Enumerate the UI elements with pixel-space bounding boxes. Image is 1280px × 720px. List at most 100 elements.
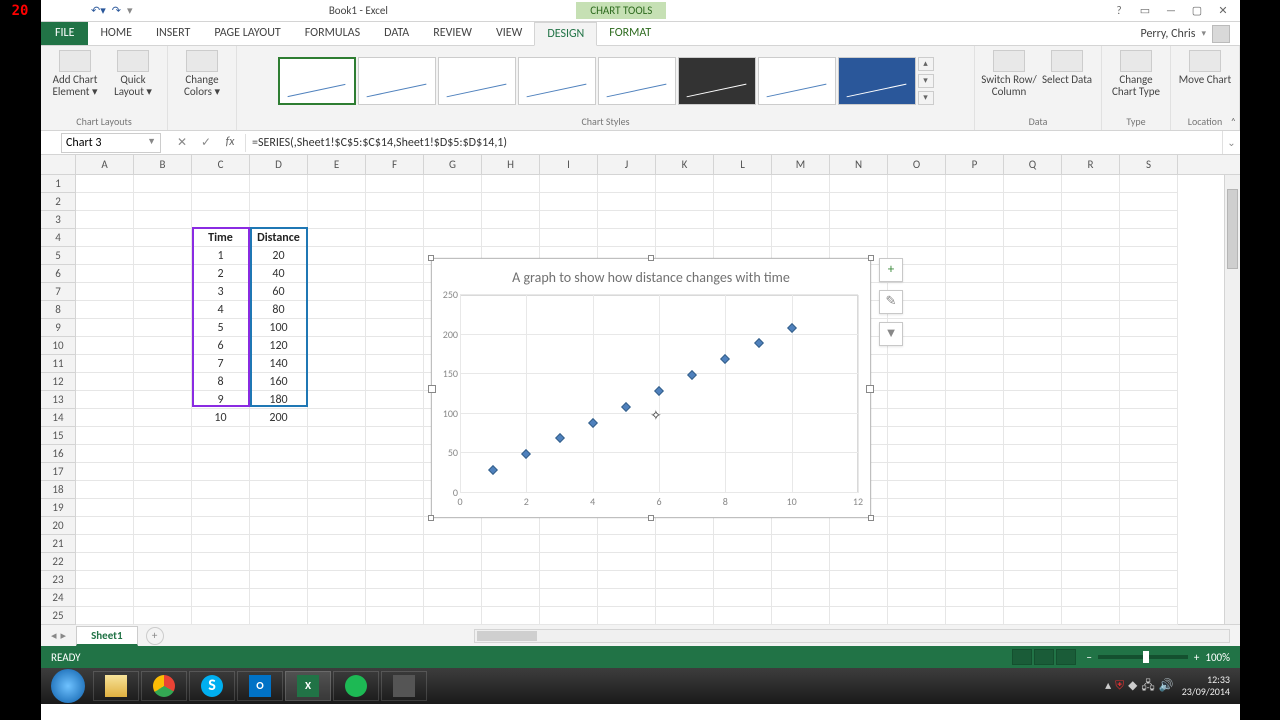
- cell[interactable]: [830, 193, 888, 211]
- tab-format[interactable]: FORMAT: [597, 22, 663, 45]
- tab-insert[interactable]: INSERT: [144, 22, 202, 45]
- cell[interactable]: [424, 193, 482, 211]
- cell[interactable]: [76, 247, 134, 265]
- zoom-level[interactable]: 100%: [1205, 651, 1230, 664]
- cell[interactable]: [540, 175, 598, 193]
- cell[interactable]: [250, 535, 308, 553]
- cell[interactable]: [1120, 481, 1178, 499]
- cell[interactable]: [424, 553, 482, 571]
- cell[interactable]: [714, 211, 772, 229]
- cell[interactable]: [1004, 283, 1062, 301]
- cell[interactable]: [308, 607, 366, 625]
- cell[interactable]: [1004, 193, 1062, 211]
- cell[interactable]: [366, 301, 424, 319]
- cell[interactable]: [598, 553, 656, 571]
- cell[interactable]: 120: [250, 337, 308, 355]
- cell[interactable]: [424, 175, 482, 193]
- cell[interactable]: [656, 571, 714, 589]
- cell[interactable]: [76, 355, 134, 373]
- row-header[interactable]: 8: [41, 301, 76, 319]
- cell[interactable]: [134, 355, 192, 373]
- cell[interactable]: [482, 211, 540, 229]
- styles-gallery-more[interactable]: ▾: [918, 91, 934, 105]
- cell[interactable]: [540, 535, 598, 553]
- chart-style-1[interactable]: [278, 57, 356, 105]
- cell[interactable]: [366, 193, 424, 211]
- cell[interactable]: [308, 589, 366, 607]
- cell[interactable]: [134, 265, 192, 283]
- cell[interactable]: [366, 589, 424, 607]
- zoom-in-button[interactable]: +: [1194, 651, 1199, 664]
- column-header[interactable]: B: [134, 155, 192, 174]
- cell[interactable]: [1120, 463, 1178, 481]
- cell[interactable]: [76, 535, 134, 553]
- cell[interactable]: [1062, 301, 1120, 319]
- cell[interactable]: [308, 373, 366, 391]
- taskbar-outlook[interactable]: O: [237, 671, 283, 701]
- sheet-nav-prev-icon[interactable]: ◂: [51, 629, 57, 642]
- cell[interactable]: [76, 553, 134, 571]
- cell[interactable]: [76, 589, 134, 607]
- cell[interactable]: [482, 571, 540, 589]
- cell[interactable]: [1062, 427, 1120, 445]
- cell[interactable]: [482, 193, 540, 211]
- row-header[interactable]: 11: [41, 355, 76, 373]
- cell[interactable]: [1120, 571, 1178, 589]
- cell[interactable]: [772, 229, 830, 247]
- cell[interactable]: 140: [250, 355, 308, 373]
- cell[interactable]: [714, 229, 772, 247]
- cell[interactable]: [192, 571, 250, 589]
- row-header[interactable]: 25: [41, 607, 76, 625]
- cell[interactable]: [366, 355, 424, 373]
- cell[interactable]: [366, 337, 424, 355]
- cell[interactable]: [424, 571, 482, 589]
- cell[interactable]: [946, 193, 1004, 211]
- cell[interactable]: [1120, 517, 1178, 535]
- cell[interactable]: [1120, 427, 1178, 445]
- cell[interactable]: [830, 571, 888, 589]
- tab-formulas[interactable]: FORMULAS: [293, 22, 372, 45]
- worksheet-grid[interactable]: ABCDEFGHIJKLMNOPQRS 1234TimeDistance5120…: [41, 155, 1240, 624]
- cell[interactable]: [192, 481, 250, 499]
- cell[interactable]: [1062, 229, 1120, 247]
- cell[interactable]: [366, 373, 424, 391]
- cell[interactable]: [830, 535, 888, 553]
- cell[interactable]: [424, 211, 482, 229]
- cell[interactable]: [888, 571, 946, 589]
- cell[interactable]: [308, 283, 366, 301]
- cell[interactable]: [134, 193, 192, 211]
- cell[interactable]: [366, 283, 424, 301]
- cell[interactable]: [192, 553, 250, 571]
- cell[interactable]: [482, 607, 540, 625]
- cell[interactable]: [946, 607, 1004, 625]
- chart-elements-button[interactable]: +: [879, 258, 903, 282]
- cell[interactable]: [946, 463, 1004, 481]
- add-chart-element-button[interactable]: Add Chart Element ▾: [47, 48, 103, 98]
- cell[interactable]: [772, 571, 830, 589]
- cell[interactable]: 10: [192, 409, 250, 427]
- cell[interactable]: [366, 175, 424, 193]
- cell[interactable]: [366, 499, 424, 517]
- cell[interactable]: [946, 319, 1004, 337]
- cell[interactable]: [598, 229, 656, 247]
- new-sheet-button[interactable]: +: [146, 627, 164, 645]
- cell[interactable]: [250, 463, 308, 481]
- cell[interactable]: [830, 553, 888, 571]
- cell[interactable]: [134, 229, 192, 247]
- change-colors-button[interactable]: Change Colors ▾: [174, 48, 230, 98]
- cell[interactable]: [134, 553, 192, 571]
- cell[interactable]: [308, 175, 366, 193]
- cell[interactable]: [888, 535, 946, 553]
- cell[interactable]: [830, 229, 888, 247]
- cell[interactable]: [1062, 463, 1120, 481]
- column-header[interactable]: F: [366, 155, 424, 174]
- column-header[interactable]: O: [888, 155, 946, 174]
- cell[interactable]: [888, 373, 946, 391]
- cell[interactable]: [1120, 607, 1178, 625]
- maximize-icon[interactable]: ▢: [1190, 4, 1204, 17]
- cell[interactable]: [76, 391, 134, 409]
- row-header[interactable]: 23: [41, 571, 76, 589]
- cell[interactable]: [830, 517, 888, 535]
- cell[interactable]: [308, 247, 366, 265]
- row-header[interactable]: 20: [41, 517, 76, 535]
